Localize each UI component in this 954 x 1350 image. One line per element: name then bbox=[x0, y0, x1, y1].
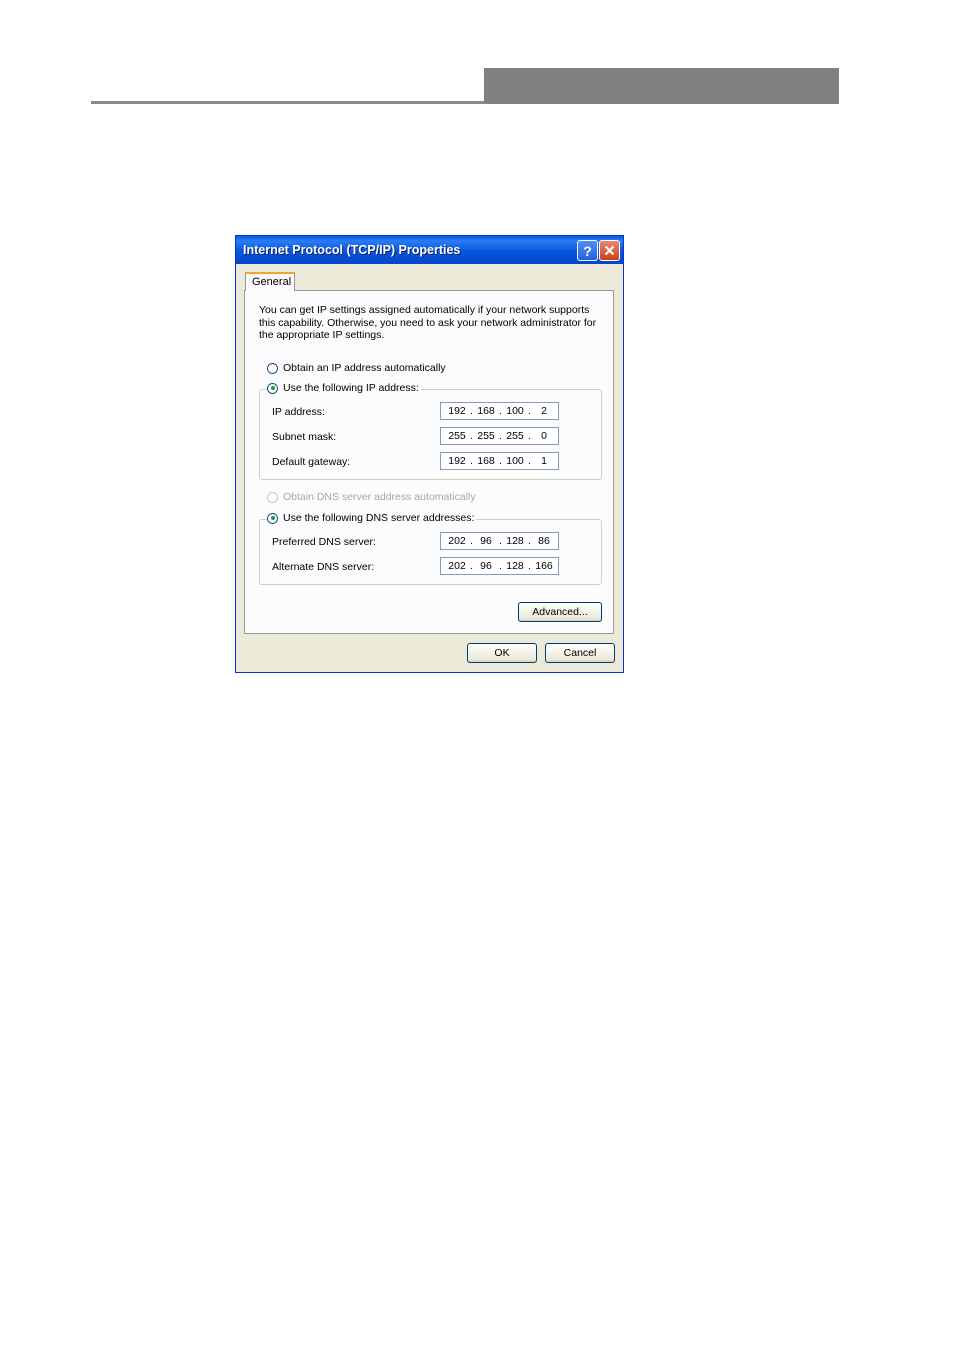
tcpip-properties-dialog: Internet Protocol (TCP/IP) Properties ? … bbox=[235, 235, 624, 673]
default-gateway-label: Default gateway: bbox=[272, 456, 351, 468]
radio-obtain-dns-auto[interactable]: Obtain DNS server address automatically bbox=[267, 491, 478, 503]
dialog-title: Internet Protocol (TCP/IP) Properties bbox=[243, 243, 461, 257]
intro-text: You can get IP settings assigned automat… bbox=[259, 304, 597, 341]
radio-label: Obtain an IP address automatically bbox=[283, 362, 446, 374]
advanced-button[interactable]: Advanced... bbox=[518, 602, 602, 622]
radio-label: Use the following DNS server addresses: bbox=[283, 512, 475, 524]
ip-address-label: IP address: bbox=[272, 406, 325, 418]
general-panel: You can get IP settings assigned automat… bbox=[244, 290, 614, 634]
radio-obtain-ip-auto[interactable]: Obtain an IP address automatically bbox=[267, 362, 448, 374]
radio-label: Use the following IP address: bbox=[283, 382, 419, 394]
alternate-dns-input[interactable]: 202. 96. 128. 166 bbox=[440, 557, 559, 575]
close-icon bbox=[604, 245, 615, 256]
header-rule bbox=[91, 101, 485, 104]
header-block bbox=[484, 68, 839, 104]
alternate-dns-label: Alternate DNS server: bbox=[272, 561, 375, 573]
radio-checked-icon[interactable] bbox=[267, 382, 278, 394]
radio-unchecked-icon[interactable] bbox=[267, 362, 278, 374]
title-bar[interactable]: Internet Protocol (TCP/IP) Properties ? bbox=[236, 236, 623, 264]
preferred-dns-label: Preferred DNS server: bbox=[272, 536, 376, 548]
radio-disabled-icon[interactable] bbox=[267, 491, 278, 503]
preferred-dns-input[interactable]: 202. 96. 128. 86 bbox=[440, 532, 559, 550]
subnet-mask-input[interactable]: 255. 255. 255. 0 bbox=[440, 427, 559, 445]
radio-checked-icon[interactable] bbox=[267, 512, 278, 524]
cancel-button[interactable]: Cancel bbox=[545, 643, 615, 663]
radio-use-following-dns[interactable]: Use the following DNS server addresses: bbox=[267, 512, 477, 524]
ok-button[interactable]: OK bbox=[467, 643, 537, 663]
dns-server-group bbox=[259, 519, 602, 585]
help-button[interactable]: ? bbox=[577, 240, 598, 261]
default-gateway-input[interactable]: 192. 168. 100. 1 bbox=[440, 452, 559, 470]
radio-use-following-ip[interactable]: Use the following IP address: bbox=[267, 382, 421, 394]
tab-general[interactable]: General bbox=[245, 272, 295, 291]
ip-address-input[interactable]: 192. 168. 100. 2 bbox=[440, 402, 559, 420]
radio-label: Obtain DNS server address automatically bbox=[283, 491, 476, 503]
help-icon: ? bbox=[583, 242, 592, 259]
subnet-mask-label: Subnet mask: bbox=[272, 431, 337, 443]
close-button[interactable] bbox=[599, 240, 620, 261]
